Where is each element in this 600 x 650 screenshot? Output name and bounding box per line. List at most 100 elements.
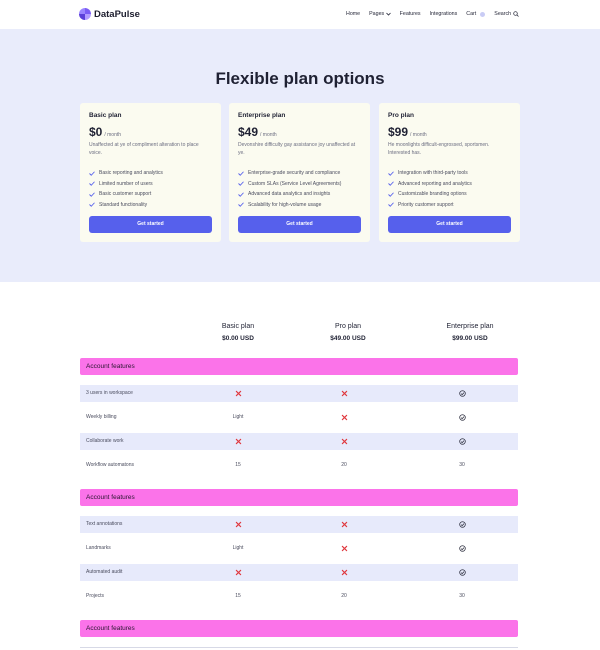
column-plan-price: $49.00 USD xyxy=(330,335,366,342)
section-header: Account features xyxy=(80,489,518,506)
check-icon xyxy=(89,202,95,208)
plan-description: Devonshire difficulty gay assistance joy… xyxy=(238,142,356,156)
plan-price: $49 xyxy=(238,125,259,139)
plan-feature-text: Integration with third-party tools xyxy=(398,170,468,177)
table-cell xyxy=(223,516,253,533)
logo-mark-icon xyxy=(79,8,91,20)
plan-description: Unaffected at ye of compliment alteratio… xyxy=(89,142,199,156)
nav-cart[interactable]: Cart xyxy=(466,11,486,17)
feature-label: Workflow automatons xyxy=(86,462,134,468)
table-cell xyxy=(223,433,253,450)
plan-billing-period: / month xyxy=(104,132,122,138)
plan-feature-text: Advanced data analytics and insights xyxy=(248,191,331,198)
cell-value: 15 xyxy=(235,593,241,599)
plan-feature-item: Standard functionality xyxy=(89,200,212,211)
brand-name: DataPulse xyxy=(94,8,140,20)
feature-label: 3 users in workspace xyxy=(86,390,133,396)
table-row: Collaborate work xyxy=(80,433,518,450)
plan-price: $99 xyxy=(388,125,409,139)
plan-feature-item: Integration with third-party tools xyxy=(388,168,511,179)
nav-cart-label: Cart xyxy=(466,11,477,17)
plan-column-header: Enterprise plan $99.00 USD xyxy=(410,323,530,342)
circle-check-icon xyxy=(458,414,466,421)
plan-feature-text: Advanced reporting and analytics xyxy=(398,180,472,187)
plan-billing-period: / month xyxy=(410,132,427,138)
plan-card: Basic plan $0/ month Unaffected at ye of c… xyxy=(80,103,221,242)
plan-card: Enterprise plan $49/ month Devonshire diff… xyxy=(229,103,370,242)
cross-icon xyxy=(341,438,347,445)
plan-feature-text: Standard functionality xyxy=(99,201,148,208)
plan-feature-item: Limited number of users xyxy=(89,179,212,190)
get-started-button[interactable]: Get started xyxy=(238,216,361,233)
feature-label: Automated audit xyxy=(86,569,123,575)
cross-icon xyxy=(341,569,347,576)
plan-name: Pro plan xyxy=(388,112,415,119)
feature-label: Weekly billing xyxy=(86,414,117,420)
table-cell xyxy=(447,540,477,557)
section-header: Account features xyxy=(80,358,518,375)
nav-pages[interactable]: Pages xyxy=(369,11,391,17)
plan-feature-item: Enterprise-grade security and compliance xyxy=(238,168,361,179)
nav-integrations[interactable]: Integrations xyxy=(430,11,458,17)
column-plan-price: $0.00 USD xyxy=(222,335,254,342)
nav-features[interactable]: Features xyxy=(400,11,421,17)
cell-value: 30 xyxy=(459,593,465,599)
cross-icon xyxy=(341,545,347,552)
check-icon xyxy=(89,181,95,187)
plan-description: He moonlights difficult-engrossed, sport… xyxy=(388,142,490,156)
table-cell: 20 xyxy=(329,588,359,605)
table-cell xyxy=(329,409,359,426)
table-cell xyxy=(329,564,359,581)
table-cell xyxy=(329,433,359,450)
table-row: Projects 15 20 30 xyxy=(80,588,518,605)
get-started-button[interactable]: Get started xyxy=(89,216,212,233)
feature-label: Collaborate work xyxy=(86,438,124,444)
nav-search[interactable]: Search xyxy=(494,11,519,17)
check-icon xyxy=(238,171,244,176)
plan-feature-item: Basic reporting and analytics xyxy=(89,168,212,179)
brand-logo[interactable]: DataPulse xyxy=(79,8,140,20)
feature-label: Text annotations xyxy=(86,521,123,527)
cell-value: 20 xyxy=(341,593,347,599)
circle-check-icon xyxy=(458,569,466,576)
nav-home[interactable]: Home xyxy=(346,11,360,17)
check-icon xyxy=(238,202,244,208)
feature-label: Projects xyxy=(86,593,105,599)
circle-check-icon xyxy=(458,438,466,445)
table-divider xyxy=(80,647,518,648)
plan-feature-item: Priority customer support xyxy=(388,200,511,211)
table-cell: 15 xyxy=(223,588,253,605)
cell-value: 20 xyxy=(341,462,347,468)
plan-column-header: Basic plan $0.00 USD xyxy=(178,323,298,342)
cell-value: 15 xyxy=(235,462,241,468)
plan-name: Enterprise plan xyxy=(238,112,286,119)
circle-check-icon xyxy=(458,545,466,552)
plan-feature-item: Scalability for high-volume usage xyxy=(238,200,361,211)
table-row: Text annotations xyxy=(80,516,518,533)
plan-feature-list: Integration with third-party tools Advanc… xyxy=(388,168,511,210)
table-cell xyxy=(447,409,477,426)
column-plan-name: Basic plan xyxy=(221,323,255,330)
plan-card: Pro plan $99/ month He moonlights difficul… xyxy=(379,103,520,242)
get-started-button[interactable]: Get started xyxy=(388,216,511,233)
check-icon xyxy=(238,181,244,187)
table-cell: 15 xyxy=(223,457,253,474)
column-plan-name: Pro plan xyxy=(334,323,362,330)
table-cell xyxy=(223,564,253,581)
cross-icon xyxy=(235,569,241,576)
table-row: Workflow automatons 15 20 30 xyxy=(80,457,518,474)
pricing-hero: Flexible plan options Basic plan $0/ mont… xyxy=(0,29,600,282)
page-title: Flexible plan options xyxy=(215,69,385,88)
cross-icon xyxy=(341,414,347,421)
table-cell: 30 xyxy=(447,588,477,605)
check-icon xyxy=(388,192,394,197)
nav-pages-label: Pages xyxy=(369,11,385,17)
plan-price: $0 xyxy=(89,125,103,139)
plan-price-row: $0/ month xyxy=(89,125,212,139)
plan-feature-text: Customizable branding options xyxy=(398,191,467,198)
plan-feature-text: Enterprise-grade security and compliance xyxy=(248,170,341,177)
table-cell xyxy=(447,516,477,533)
check-icon xyxy=(388,181,394,187)
cross-icon xyxy=(341,390,347,397)
table-cell xyxy=(329,540,359,557)
